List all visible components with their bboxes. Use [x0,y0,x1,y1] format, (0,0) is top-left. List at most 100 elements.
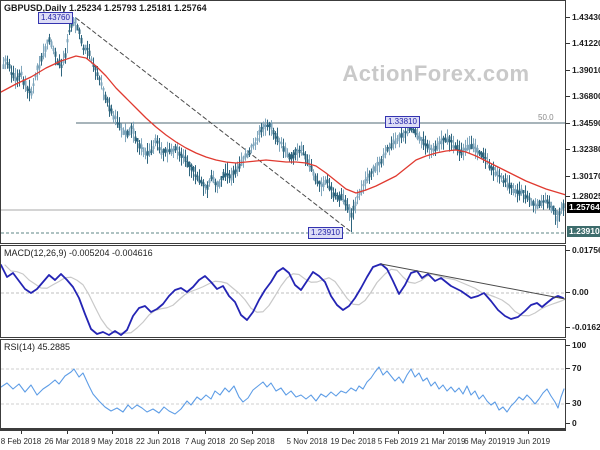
candle-body [12,73,15,79]
price-axis-label: 0.00 [572,287,589,297]
candle-body [444,137,447,143]
candle-body [204,185,207,189]
candle-body [104,94,107,100]
candle-body [320,182,323,187]
date-axis-label: 19 Jun 2019 [505,437,551,446]
candle-body [246,153,249,158]
candle-body [252,143,255,147]
candle-body [402,132,405,138]
candle-body [496,170,499,176]
candle-body [392,139,395,144]
candle-body [482,152,485,159]
candle-body [428,144,431,150]
candle-body [190,164,193,171]
candle-body [344,200,347,206]
candle-body [324,180,327,185]
candle-body [112,114,115,120]
candle-body [250,145,253,148]
rsi-line [1,366,565,415]
candle-body [296,148,299,152]
candle-body [48,37,51,42]
date-axis-label: 9 May 2018 [91,437,133,446]
price-axis-tick [566,96,570,97]
candle-body [350,212,353,218]
candle-body [558,211,561,216]
candle-body [292,152,295,159]
candle-body [100,82,103,86]
price-axis-label: 0.017567 [572,245,600,255]
candle-body [528,197,531,201]
candle-body [110,108,113,114]
candle-body [334,192,337,197]
candle-body [216,181,219,187]
candle-body [512,188,515,193]
candle-body [500,176,503,179]
candle-body [262,123,265,130]
candle-body [438,141,441,145]
candle-body [186,161,189,168]
candle-body [222,171,225,178]
candle-body [424,143,427,147]
candle-body [134,136,137,141]
candle-body [400,133,403,138]
date-axis-tick [158,431,159,434]
candle-body [354,201,357,207]
candle-body [468,144,471,150]
candle-body [84,44,87,51]
candle-body [346,204,349,211]
price-annotation: 1.43760 [38,12,73,24]
candle-body [326,179,329,184]
candle-body [46,39,49,44]
candle-body [172,148,175,152]
candle-body [504,178,507,183]
candle-body [36,65,39,71]
price-axis-tick [566,149,570,150]
date-axis-tick [205,431,206,434]
candle-body [54,51,57,57]
candle-body [376,161,379,167]
date-axis-tick [353,431,354,434]
candle-body [536,204,539,209]
candle-body [494,171,497,176]
candle-body [122,130,125,135]
candle-body [18,73,21,77]
candle-body [98,77,101,81]
candle-body [446,138,449,143]
candle-body [328,185,331,190]
candle-body [254,142,257,145]
candle-body [206,184,209,190]
candle-body [162,149,165,153]
candle-body [258,129,261,135]
candle-body [182,155,185,158]
candle-body [32,83,35,86]
candle-body [118,123,121,128]
candle-body [284,147,287,153]
candle-body [562,203,565,209]
candle-body [90,58,93,62]
price-axis-label: 70 [572,363,582,373]
candle-body [126,131,129,137]
watermark: ActionForex.com [342,61,530,86]
candle-body [398,134,401,139]
price-axis-tick [566,43,570,44]
candle-body [196,175,199,180]
candle-body [422,139,425,145]
candle-body [386,146,389,152]
candle-body [546,199,549,204]
candle-body [474,146,477,153]
price-axis-tick [566,70,570,71]
candle-body [136,138,139,143]
candle-body [330,186,333,191]
candle-body [4,58,7,62]
price-axis-tick [566,327,570,328]
candle-body [366,176,369,181]
candle-body [276,136,279,142]
candle-body [520,188,523,194]
candle-body [316,181,319,184]
date-axis-tick [252,431,253,434]
candle-body [138,143,141,149]
price-axis-tick [566,345,570,346]
candle-body [480,152,483,158]
candle-body [560,207,563,211]
candle-body [270,123,273,130]
